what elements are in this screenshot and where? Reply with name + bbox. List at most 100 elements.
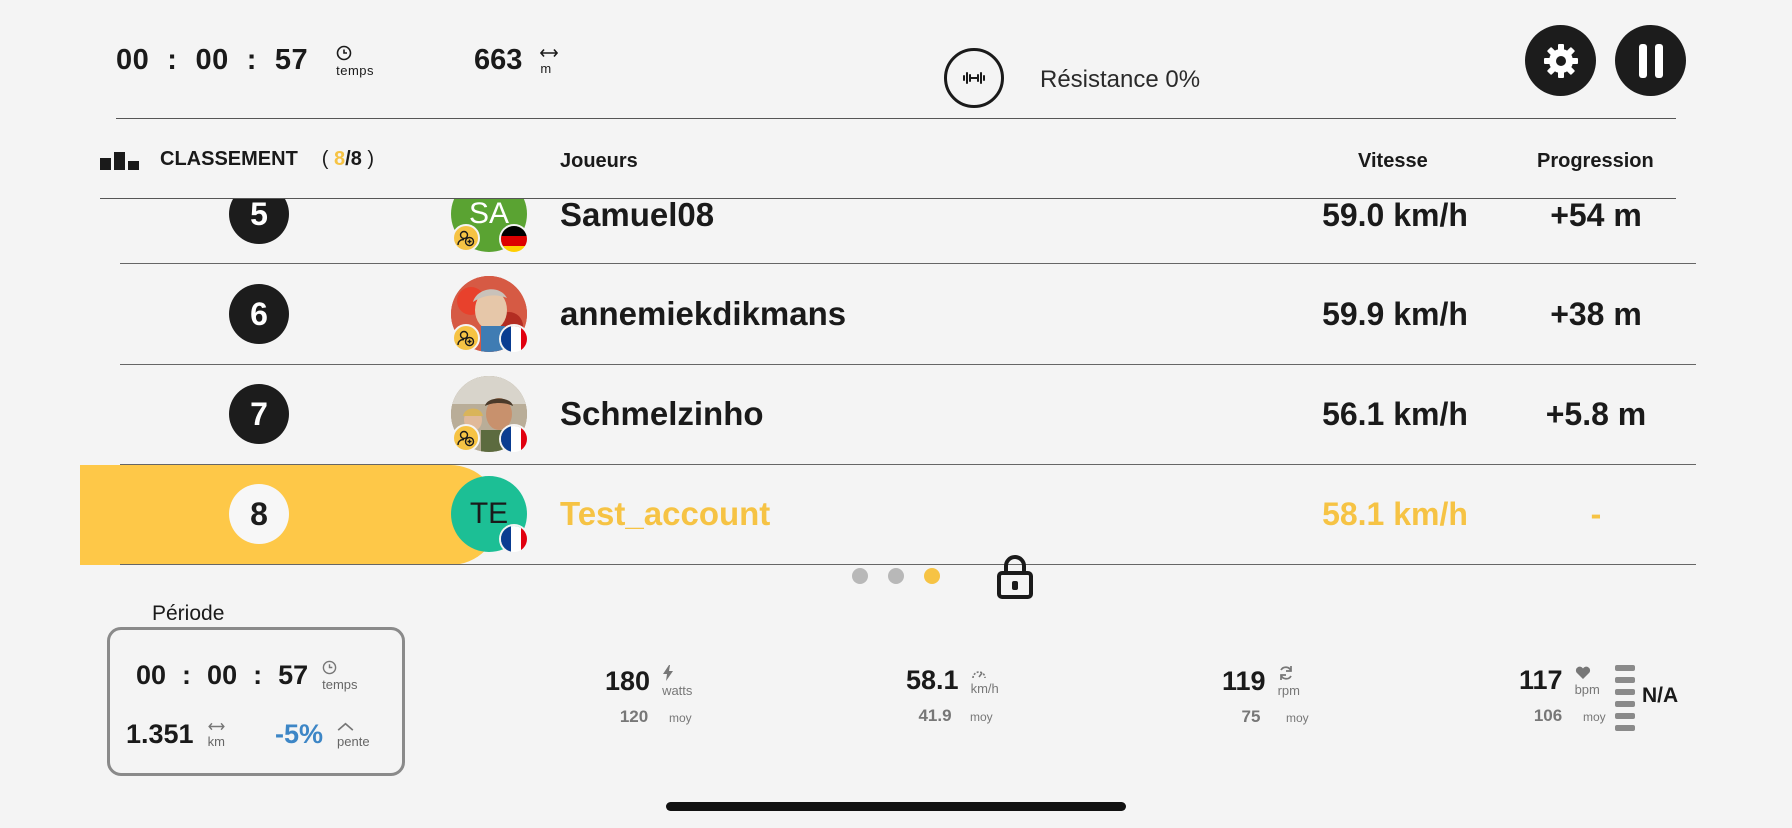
player-name: annemiekdikmans bbox=[560, 295, 847, 332]
period-distance-value: 1.351 bbox=[126, 719, 194, 749]
ranking-title: CLASSEMENT bbox=[160, 148, 298, 170]
player-progress: +38 m bbox=[1550, 296, 1642, 332]
heart-icon bbox=[1575, 666, 1590, 679]
cadence-unit-label: rpm bbox=[1277, 683, 1300, 698]
player-name: Test_account bbox=[560, 495, 771, 532]
resistance-button[interactable] bbox=[944, 48, 1004, 108]
speed-metric: 58.1 km/h 41.9 moy bbox=[906, 665, 999, 726]
arrows-horizontal-icon bbox=[540, 48, 559, 57]
ranking-current: 8 bbox=[334, 148, 346, 170]
avatar-initials: SA bbox=[468, 199, 510, 230]
session-distance: 663 m bbox=[474, 44, 559, 77]
speed-unit: km/h bbox=[971, 667, 999, 695]
add-friend-badge[interactable] bbox=[452, 324, 480, 352]
ranking-header: CLASSEMENT ( 8/8 ) bbox=[100, 148, 374, 171]
period-timer-separator: : bbox=[182, 660, 192, 690]
row-divider bbox=[120, 263, 1696, 264]
player-progress: +54 m bbox=[1550, 199, 1642, 233]
lightning-icon bbox=[663, 665, 674, 681]
distance-unit: m bbox=[540, 47, 559, 76]
timer-hours: 00 bbox=[116, 44, 150, 76]
clock-icon bbox=[322, 660, 337, 675]
speed-value: 58.1 bbox=[906, 665, 959, 695]
player-speed: 59.0 km/h bbox=[1322, 199, 1468, 233]
speedometer-icon bbox=[971, 670, 986, 678]
rank-badge: 6 bbox=[229, 284, 289, 344]
add-friend-badge[interactable] bbox=[452, 224, 480, 252]
timer-unit-label: temps bbox=[336, 62, 375, 78]
power-average-label: moy bbox=[669, 711, 692, 725]
ranking-total: /8 bbox=[345, 148, 362, 170]
period-timer-unit: temps bbox=[322, 660, 358, 692]
power-metric: 180 watts 120 moy bbox=[605, 665, 692, 727]
clock-icon bbox=[336, 45, 352, 60]
ranking-row[interactable]: 7 Schmelzinho 56.1 km/h +5.8 m bbox=[0, 365, 1792, 465]
page-dot-active[interactable] bbox=[924, 568, 940, 584]
arrows-horizontal-icon bbox=[207, 722, 225, 731]
ranking-count: ( 8/8 ) bbox=[322, 148, 374, 171]
cadence-metric: 119 rpm 75 moy bbox=[1222, 665, 1309, 727]
settings-button[interactable] bbox=[1525, 25, 1596, 96]
cadence-value: 119 bbox=[1222, 665, 1266, 696]
cadence-unit: rpm bbox=[1278, 665, 1300, 697]
power-unit: watts bbox=[662, 665, 692, 697]
flag-france-icon bbox=[499, 424, 529, 454]
power-value: 180 bbox=[605, 665, 651, 696]
ranking-open-paren: ( bbox=[321, 148, 329, 170]
period-timer-unit-label: temps bbox=[322, 677, 358, 692]
gear-icon bbox=[1543, 43, 1578, 78]
home-indicator[interactable] bbox=[666, 802, 1126, 811]
distance-unit-label: m bbox=[540, 60, 552, 76]
player-speed: 58.1 km/h bbox=[1322, 496, 1468, 532]
session-timer: 00 : 00 : 57 temps bbox=[116, 44, 374, 77]
ranking-list[interactable]: 5 SA Samuel08 59.0 km/h +54 m 6 annemiek… bbox=[0, 199, 1792, 566]
add-friend-icon bbox=[457, 330, 475, 347]
period-distance-unit: km bbox=[208, 721, 225, 748]
current-user-highlight bbox=[80, 465, 500, 565]
lock-icon bbox=[997, 555, 1033, 599]
rank-badge: 7 bbox=[229, 384, 289, 444]
flag-france-icon bbox=[499, 524, 529, 554]
period-seconds: 57 bbox=[278, 660, 309, 690]
heart-rate-average: 106 bbox=[1533, 706, 1563, 725]
rank-badge: 8 bbox=[229, 484, 289, 544]
player-speed: 59.9 km/h bbox=[1322, 296, 1468, 332]
page-dot[interactable] bbox=[888, 568, 904, 584]
add-friend-icon bbox=[457, 230, 475, 247]
timer-separator: : bbox=[246, 44, 257, 76]
power-unit-label: watts bbox=[662, 683, 693, 698]
page-dot[interactable] bbox=[852, 568, 868, 584]
player-speed: 56.1 km/h bbox=[1322, 396, 1468, 432]
dumbbell-icon bbox=[963, 72, 985, 84]
flag-france-icon bbox=[499, 324, 529, 354]
ranking-row[interactable]: 5 SA Samuel08 59.0 km/h +54 m bbox=[0, 199, 1792, 264]
cadence-average-label: moy bbox=[1286, 711, 1309, 725]
timer-separator: : bbox=[167, 44, 178, 76]
player-name: Samuel08 bbox=[560, 199, 715, 233]
add-friend-icon bbox=[457, 430, 475, 447]
ranking-row-current-user[interactable]: 8 TE Test_account 58.1 km/h - bbox=[0, 465, 1792, 565]
heart-rate-average-label: moy bbox=[1583, 710, 1606, 724]
refresh-icon bbox=[1279, 666, 1292, 680]
add-friend-badge[interactable] bbox=[452, 424, 480, 452]
podium-icon bbox=[100, 151, 139, 170]
player-progress: - bbox=[1590, 496, 1602, 532]
ranking-row[interactable]: 6 annemiekdikmans 59.9 km/h +38 m bbox=[0, 265, 1792, 365]
heart-rate-unit: bpm bbox=[1575, 666, 1600, 696]
heart-rate-metric: 117 bpm 106 moy bbox=[1519, 665, 1606, 726]
distance-value: 663 bbox=[474, 44, 523, 76]
slope-icon bbox=[337, 722, 354, 731]
timer-minutes: 00 bbox=[195, 44, 229, 76]
page-indicator[interactable] bbox=[852, 568, 940, 584]
avatar-initials: TE bbox=[469, 497, 509, 530]
cadence-average: 75 bbox=[1241, 707, 1261, 726]
lock-button[interactable] bbox=[996, 553, 1034, 604]
period-hours: 00 bbox=[136, 660, 167, 690]
player-progress: +5.8 m bbox=[1545, 396, 1647, 432]
top-divider bbox=[116, 118, 1676, 119]
speed-average-label: moy bbox=[970, 710, 993, 724]
pause-button[interactable] bbox=[1615, 25, 1686, 96]
timer-unit: temps bbox=[336, 45, 374, 77]
heart-rate-value: 117 bbox=[1519, 665, 1563, 695]
period-distance: 1.351 km bbox=[126, 719, 225, 750]
